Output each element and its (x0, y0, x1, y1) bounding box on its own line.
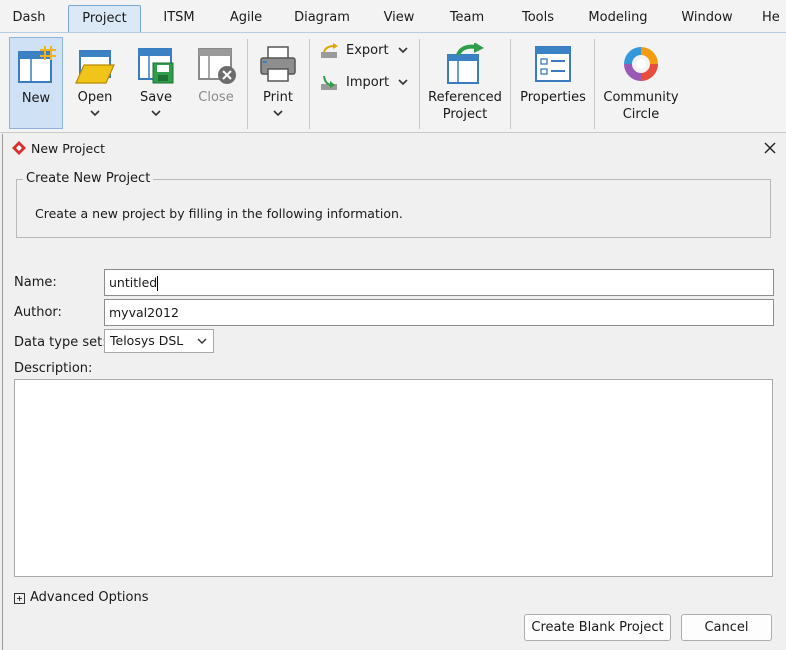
ribbon-separator (309, 39, 310, 129)
community-line2: Circle (622, 107, 660, 122)
chevron-down-icon (273, 110, 283, 117)
tab-agile[interactable]: Agile (224, 5, 268, 32)
cancel-button[interactable]: Cancel (681, 614, 772, 641)
community-circle-button[interactable]: Community Circle (600, 37, 682, 129)
properties-label: Properties (520, 90, 586, 105)
open-label: Open (77, 90, 113, 105)
printer-icon (260, 46, 296, 82)
save-icon (138, 48, 174, 84)
datatype-value: Telosys DSL (110, 333, 184, 348)
referenced-line1: Referenced (428, 90, 502, 105)
tab-tools[interactable]: Tools (514, 5, 562, 32)
ribbon-separator (419, 39, 420, 129)
community-circle-label: Community Circle (600, 89, 682, 123)
chevron-down-icon (151, 110, 161, 117)
referenced-line2: Project (442, 107, 488, 122)
properties-button[interactable]: Properties (516, 37, 590, 129)
close-icon[interactable] (761, 139, 779, 157)
tab-diagram[interactable]: Diagram (290, 5, 354, 32)
author-field[interactable]: myval2012 (104, 299, 774, 326)
description-label: Description: (14, 361, 93, 376)
new-project-icon (18, 46, 56, 83)
ribbon-separator (247, 39, 248, 129)
dialog-title: New Project (31, 141, 106, 156)
tab-help[interactable]: He (762, 5, 786, 32)
expand-icon (14, 593, 25, 604)
dialog-titlebar: New Project (3, 134, 786, 164)
chevron-down-icon (398, 47, 408, 54)
ribbon-separator (510, 39, 511, 129)
ribbon-toolbar: New Open Save Close Print Export Import … (0, 32, 786, 133)
import-icon (321, 75, 337, 90)
new-button[interactable]: New (9, 37, 63, 129)
export-button[interactable]: Export (320, 38, 414, 64)
ribbon-separator (594, 39, 595, 129)
referenced-project-button[interactable]: Referenced Project (425, 37, 505, 129)
tab-modeling[interactable]: Modeling (586, 5, 650, 32)
referenced-project-icon (447, 43, 484, 84)
group-title: Create New Project (23, 171, 154, 186)
description-textarea[interactable] (14, 379, 773, 577)
community-circle-icon (624, 47, 658, 81)
properties-icon (535, 46, 571, 82)
import-label: Import (346, 75, 390, 90)
text-caret (157, 276, 159, 291)
new-project-dialog: New Project Create New Project Create a … (2, 134, 786, 650)
datatype-select[interactable]: Telosys DSL (104, 329, 214, 353)
create-project-group: Create New Project Create a new project … (16, 171, 771, 238)
referenced-project-label: Referenced Project (425, 89, 505, 123)
menu-bar: Dash Project ITSM Agile Diagram View Tea… (0, 0, 786, 33)
chevron-down-icon (197, 338, 207, 344)
export-icon (321, 43, 338, 58)
print-label: Print (263, 90, 293, 105)
name-field[interactable]: untitled (104, 269, 774, 296)
close-label: Close (198, 90, 234, 105)
import-button[interactable]: Import (320, 70, 414, 96)
tab-view[interactable]: View (378, 5, 420, 32)
app-logo-icon (12, 141, 26, 155)
save-button[interactable]: Save (130, 37, 182, 129)
print-button[interactable]: Print (253, 37, 303, 129)
chevron-down-icon (90, 110, 100, 117)
close-project-button[interactable]: Close (190, 37, 242, 129)
open-button[interactable]: Open (70, 37, 120, 129)
community-line1: Community (603, 90, 679, 105)
close-project-icon (198, 48, 236, 84)
save-label: Save (140, 90, 172, 105)
author-value: myval2012 (109, 305, 179, 320)
export-label: Export (346, 43, 389, 58)
tab-window[interactable]: Window (674, 5, 740, 32)
name-value: untitled (109, 275, 158, 290)
advanced-options-label: Advanced Options (30, 590, 149, 605)
author-label: Author: (14, 305, 62, 320)
new-label: New (21, 91, 51, 106)
tab-dash[interactable]: Dash (6, 5, 52, 32)
group-description: Create a new project by filling in the f… (35, 206, 403, 221)
datatype-label: Data type set: (14, 335, 107, 350)
open-folder-icon (75, 50, 115, 84)
tab-project[interactable]: Project (68, 5, 141, 32)
create-blank-project-button[interactable]: Create Blank Project (524, 614, 671, 641)
tab-itsm[interactable]: ITSM (156, 5, 202, 32)
name-label: Name: (14, 275, 57, 290)
chevron-down-icon (398, 79, 408, 86)
tab-team[interactable]: Team (444, 5, 490, 32)
